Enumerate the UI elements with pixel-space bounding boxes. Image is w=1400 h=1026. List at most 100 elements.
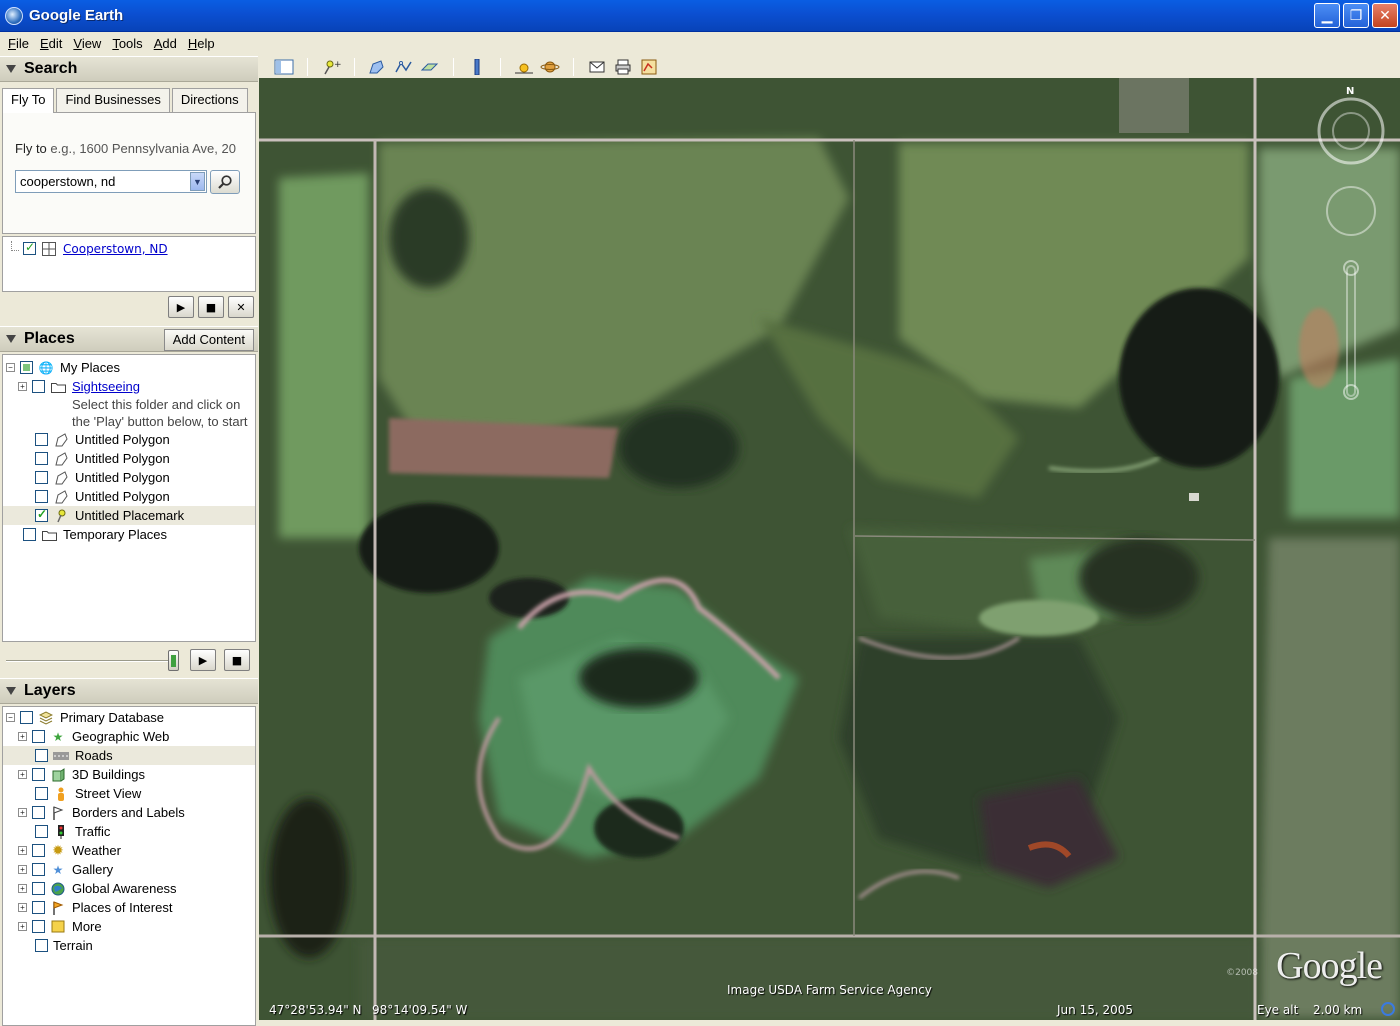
expand-icon[interactable]: +	[18, 865, 27, 874]
add-overlay-icon	[420, 63, 439, 71]
layer-item-more[interactable]: + More	[3, 917, 255, 936]
expand-icon[interactable]: +	[18, 382, 27, 391]
minimize-button[interactable]: ▁	[1314, 3, 1340, 28]
layer-checkbox[interactable]	[20, 711, 33, 724]
menu-help[interactable]: Help	[184, 36, 222, 51]
places-item-sightseeing[interactable]: + Sightseeing	[3, 377, 255, 396]
layer-item-weather[interactable]: + ✹ Weather	[3, 841, 255, 860]
layers-panel-header[interactable]: Layers	[0, 678, 258, 704]
tour-slider-thumb[interactable]	[168, 650, 179, 671]
expand-icon[interactable]: +	[18, 808, 27, 817]
layer-checkbox[interactable]	[32, 730, 45, 743]
places-item-polygon[interactable]: Untitled Polygon	[3, 430, 255, 449]
expand-icon[interactable]: +	[18, 732, 27, 741]
clear-button[interactable]: ✕	[228, 296, 254, 318]
menu-file[interactable]: File	[4, 36, 36, 51]
layer-item-terrain[interactable]: Terrain	[3, 936, 255, 955]
layer-checkbox[interactable]	[35, 749, 48, 762]
layer-item-street-view[interactable]: Street View	[3, 784, 255, 803]
tour-slider-track[interactable]	[6, 660, 178, 662]
layer-item-traffic[interactable]: Traffic	[3, 822, 255, 841]
expand-icon[interactable]: +	[18, 846, 27, 855]
layer-checkbox[interactable]	[35, 825, 48, 838]
layer-item-3d-buildings[interactable]: + 3D Buildings	[3, 765, 255, 784]
add-polygon-button[interactable]	[365, 57, 391, 77]
place-checkbox[interactable]	[35, 471, 48, 484]
sidebar: Search Fly To Find Businesses Directions…	[0, 56, 258, 1026]
close-button[interactable]: ✕	[1372, 3, 1398, 28]
expand-icon[interactable]: +	[18, 884, 27, 893]
compass-icon[interactable]	[1316, 86, 1386, 406]
places-panel-header[interactable]: Places Add Content	[0, 326, 258, 352]
stop-button[interactable]: ■	[198, 296, 224, 318]
email-button[interactable]	[584, 57, 610, 77]
sidebar-toggle-button[interactable]	[271, 57, 297, 77]
places-item-polygon[interactable]: Untitled Polygon	[3, 468, 255, 487]
places-item-placemark[interactable]: Untitled Placemark	[3, 506, 255, 525]
layer-checkbox[interactable]	[32, 920, 45, 933]
play-button[interactable]: ▶	[168, 296, 194, 318]
add-placemark-button[interactable]: +	[318, 57, 344, 77]
maximize-button[interactable]: ❐	[1343, 3, 1369, 28]
layer-item-places-of-interest[interactable]: + Places of Interest	[3, 898, 255, 917]
map-view[interactable]: N Google ©2008 Image USDA Farm Service A…	[259, 78, 1400, 1020]
search-input[interactable]: cooperstown, nd ▼	[15, 170, 207, 193]
tab-fly-to[interactable]: Fly To	[2, 88, 55, 113]
layer-checkbox[interactable]	[32, 768, 45, 781]
layer-checkbox[interactable]	[32, 806, 45, 819]
layer-item-borders-labels[interactable]: + Borders and Labels	[3, 803, 255, 822]
expand-icon[interactable]: +	[18, 922, 27, 931]
sky-button[interactable]	[537, 57, 563, 77]
play-tour-button[interactable]: ▶	[190, 649, 216, 671]
place-checkbox[interactable]	[35, 507, 48, 522]
layer-checkbox[interactable]	[32, 901, 45, 914]
tab-find-businesses[interactable]: Find Businesses	[56, 88, 170, 112]
places-item-temporary[interactable]: Temporary Places	[3, 525, 255, 544]
menu-view[interactable]: View	[69, 36, 108, 51]
layer-item-gallery[interactable]: + ★ Gallery	[3, 860, 255, 879]
tab-directions[interactable]: Directions	[171, 88, 248, 112]
places-item-polygon[interactable]: Untitled Polygon	[3, 487, 255, 506]
stop-tour-button[interactable]: ■	[224, 649, 250, 671]
add-path-button[interactable]	[391, 57, 417, 77]
layer-item-primary-database[interactable]: − Primary Database	[3, 708, 255, 727]
search-button[interactable]	[210, 170, 240, 194]
view-in-maps-button[interactable]	[636, 57, 662, 77]
place-checkbox[interactable]	[35, 490, 48, 503]
ruler-button[interactable]	[464, 57, 490, 77]
menu-add[interactable]: Add	[150, 36, 184, 51]
collapse-icon[interactable]: −	[6, 713, 15, 722]
layer-checkbox[interactable]	[35, 787, 48, 800]
layer-item-geographic-web[interactable]: + ★ Geographic Web	[3, 727, 255, 746]
result-checkbox[interactable]	[23, 240, 36, 255]
layer-checkbox[interactable]	[35, 939, 48, 952]
toolbar-separator	[453, 58, 454, 76]
chevron-down-icon[interactable]: ▼	[190, 172, 205, 191]
place-checkbox[interactable]	[32, 380, 45, 393]
print-button[interactable]	[610, 57, 636, 77]
place-label: Untitled Polygon	[75, 451, 170, 466]
expand-icon[interactable]: +	[18, 903, 27, 912]
layer-item-roads[interactable]: Roads	[3, 746, 255, 765]
menu-tools[interactable]: Tools	[108, 36, 149, 51]
place-checkbox[interactable]	[20, 361, 33, 374]
places-item-polygon[interactable]: Untitled Polygon	[3, 449, 255, 468]
add-overlay-button[interactable]	[417, 57, 443, 77]
places-item-my-places[interactable]: − 🌐 My Places	[3, 358, 255, 377]
menu-edit[interactable]: Edit	[36, 36, 69, 51]
layer-checkbox[interactable]	[32, 844, 45, 857]
result-row[interactable]: Cooperstown, ND	[3, 239, 255, 258]
collapse-icon[interactable]: −	[6, 363, 15, 372]
place-checkbox[interactable]	[35, 452, 48, 465]
layer-checkbox[interactable]	[32, 863, 45, 876]
layer-item-global-awareness[interactable]: + Global Awareness	[3, 879, 255, 898]
result-link[interactable]: Cooperstown, ND	[63, 242, 168, 256]
layer-checkbox[interactable]	[32, 882, 45, 895]
place-checkbox[interactable]	[35, 433, 48, 446]
folder-icon	[41, 528, 57, 542]
sunlight-button[interactable]	[511, 57, 537, 77]
place-checkbox[interactable]	[23, 528, 36, 541]
search-panel-header[interactable]: Search	[0, 56, 258, 82]
expand-icon[interactable]: +	[18, 770, 27, 779]
add-content-button[interactable]: Add Content	[163, 329, 254, 351]
